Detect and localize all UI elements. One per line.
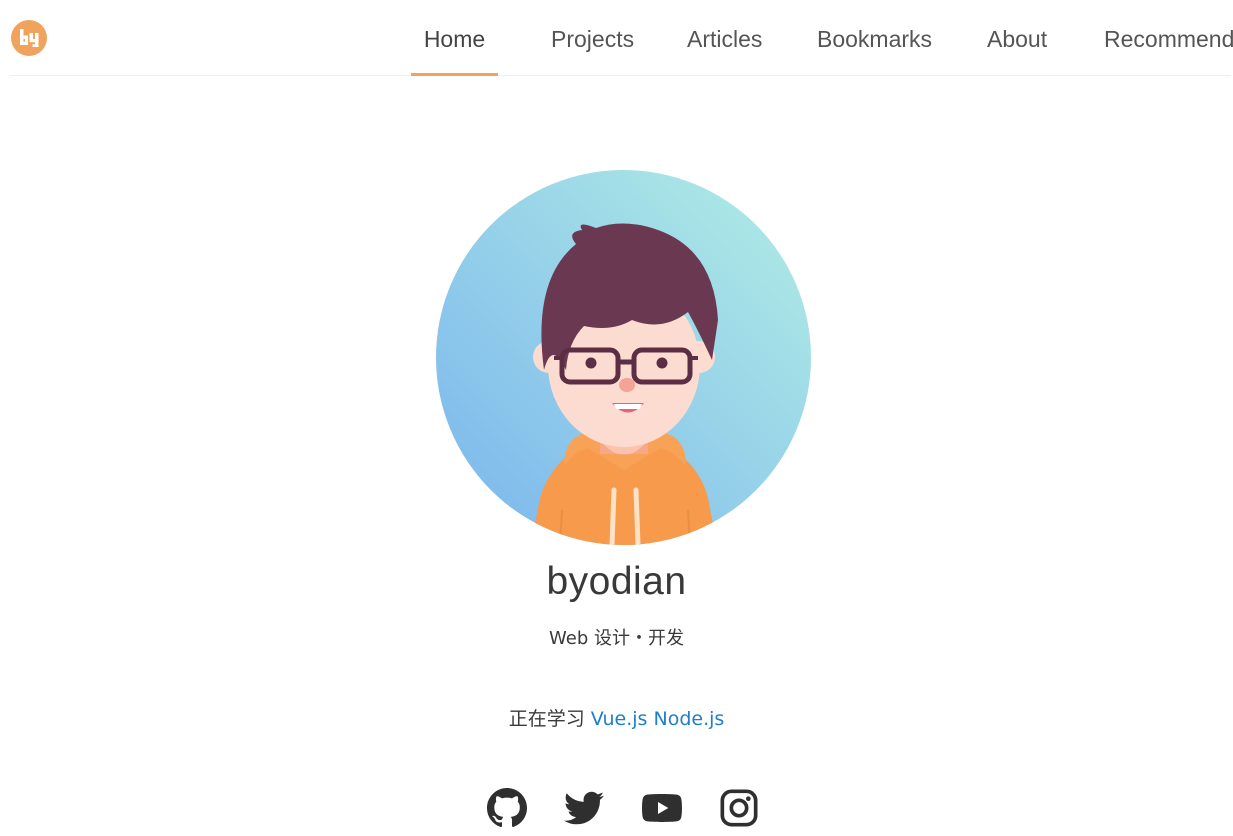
avatar — [436, 170, 811, 545]
instagram-icon[interactable] — [719, 788, 759, 828]
nav-recommend-label: Recommend — [1104, 26, 1233, 52]
logo-icon[interactable] — [11, 20, 47, 56]
youtube-icon[interactable] — [642, 788, 682, 828]
learning-link-node[interactable]: Node.js — [653, 708, 724, 730]
nav-projects-label: Projects — [551, 26, 635, 52]
nav-home-label: Home — [423, 26, 486, 52]
learning-prefix: 正在学习 — [508, 708, 585, 730]
nav-bookmarks[interactable]: Bookmarks — [817, 0, 932, 75]
learning-line: 正在学习 Vue.js Node.js — [0, 704, 1233, 731]
profile-tagline: Web 设计・开发 — [549, 628, 684, 649]
nav-articles[interactable]: Articles — [687, 0, 762, 75]
learning-link-vue[interactable]: Vue.js — [591, 708, 648, 730]
social-links — [0, 788, 1233, 828]
active-tab-indicator — [411, 73, 498, 76]
github-icon[interactable] — [487, 788, 527, 828]
nav-home[interactable]: Home — [411, 0, 498, 76]
site-header: Home Projects Articles Bookmarks About R… — [10, 0, 1233, 76]
nav-recommend[interactable]: Recommend — [1104, 0, 1233, 75]
profile-name: byodian — [546, 560, 687, 603]
nav-articles-label: Articles — [687, 26, 763, 52]
page: Home Projects Articles Bookmarks About R… — [0, 0, 1233, 836]
twitter-icon[interactable] — [564, 788, 604, 828]
nav-projects[interactable]: Projects — [551, 0, 634, 75]
nav-about[interactable]: About — [987, 0, 1047, 75]
nav-about-label: About — [987, 26, 1048, 52]
nav-bookmarks-label: Bookmarks — [817, 26, 933, 52]
